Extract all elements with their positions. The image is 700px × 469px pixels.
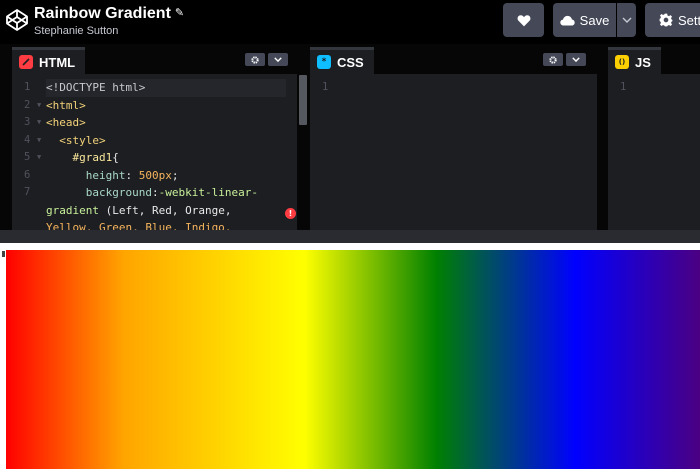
- css-code-area[interactable]: 1: [310, 75, 597, 230]
- js-tabbar: () JS: [608, 44, 700, 74]
- code-token: <style>: [59, 133, 106, 147]
- line-number: 3 ▼: [12, 114, 42, 132]
- code-token: #grad1: [72, 151, 113, 164]
- editor-area: HTML 1 2 ▼ 3 ▼ 4 ▼ 5 ▼ 6 7 <!DOCTYPE htm…: [0, 44, 700, 230]
- line-number-text: 5: [24, 151, 31, 163]
- html-settings-button[interactable]: [245, 53, 265, 66]
- code-token: {: [112, 151, 119, 164]
- gear-icon: [549, 55, 557, 64]
- preview-pane: [0, 243, 700, 469]
- css-icon: *: [317, 55, 331, 69]
- code-token: (Left, Red, Orange,: [98, 203, 232, 217]
- html-tabbar: HTML: [12, 44, 297, 74]
- save-label: Save: [579, 12, 610, 28]
- fold-icon[interactable]: ▼: [37, 149, 41, 167]
- chevron-down-icon: [572, 57, 580, 62]
- line-number-text: 2: [24, 98, 31, 111]
- code-line: <html>: [46, 97, 286, 115]
- code-token: background: [85, 186, 152, 199]
- html-editor-panel: HTML 1 2 ▼ 3 ▼ 4 ▼ 5 ▼ 6 7 <!DOCTYPE htm…: [12, 44, 307, 230]
- code-token: :: [151, 186, 159, 199]
- code-line: Yellow, Green, Blue, Indigo,: [46, 219, 286, 230]
- html-line-numbers: 1 2 ▼ 3 ▼ 4 ▼ 5 ▼ 6 7: [12, 79, 42, 202]
- css-collapse-button[interactable]: [566, 53, 586, 66]
- code-token: <!DOCTYPE html>: [46, 81, 146, 94]
- gear-icon: [659, 13, 673, 27]
- code-line: <head>: [46, 114, 286, 132]
- line-number: 1: [322, 81, 329, 93]
- css-icon-glyph: *: [321, 57, 327, 67]
- error-icon[interactable]: !: [285, 208, 296, 219]
- code-token: gradient: [46, 203, 99, 217]
- line-number: 7: [24, 186, 31, 198]
- line-number: 2 ▼: [12, 97, 42, 115]
- js-editor-panel: () JS 1: [608, 44, 700, 230]
- css-settings-button[interactable]: [543, 53, 563, 66]
- line-number: 1: [24, 81, 31, 93]
- tab-js-label: JS: [635, 54, 651, 70]
- tab-css[interactable]: * CSS: [310, 47, 374, 74]
- js-icon-glyph: (): [618, 58, 626, 66]
- line-number: 1: [620, 81, 627, 93]
- code-line: <!DOCTYPE html>: [46, 79, 286, 97]
- css-tab-controls: [543, 53, 586, 66]
- code-line: #grad1{: [46, 149, 286, 167]
- line-number: 6: [24, 168, 31, 181]
- code-token: Yellow, Green, Blue, Indigo,: [46, 221, 232, 230]
- code-token: -webkit-linear-: [158, 186, 258, 199]
- js-line-numbers: 1: [608, 79, 626, 97]
- pencil-icon[interactable]: ✎: [175, 6, 184, 19]
- css-editor-panel: * CSS 1: [310, 44, 597, 230]
- line-number-text: 4: [24, 133, 31, 146]
- code-line: background:-webkit-linear-: [46, 184, 286, 202]
- css-line-numbers: 1: [310, 79, 328, 97]
- code-token: ;: [171, 168, 179, 182]
- html-code-lines: <!DOCTYPE html> <html> <head> <style> #g…: [46, 79, 286, 230]
- tab-css-label: CSS: [337, 54, 364, 70]
- resize-divider[interactable]: [0, 230, 700, 243]
- love-button[interactable]: [503, 3, 544, 37]
- save-dropdown-button[interactable]: [617, 3, 636, 37]
- tab-html-label: HTML: [39, 54, 76, 70]
- heart-icon: [517, 14, 530, 26]
- css-tabbar: * CSS: [310, 44, 597, 74]
- pen-title-area: Rainbow Gradient ✎ Stephanie Sutton: [34, 3, 184, 37]
- code-line: height: 500px;: [46, 167, 286, 185]
- code-token: height: [85, 168, 126, 182]
- html-code-area[interactable]: 1 2 ▼ 3 ▼ 4 ▼ 5 ▼ 6 7 <!DOCTYPE html> <html>…: [12, 75, 297, 230]
- fold-icon[interactable]: ▼: [37, 114, 41, 132]
- code-token: <html>: [46, 98, 86, 112]
- tab-js[interactable]: () JS: [608, 47, 661, 74]
- pen-author[interactable]: Stephanie Sutton: [34, 25, 184, 37]
- fold-icon[interactable]: ▼: [37, 97, 41, 115]
- js-icon: (): [615, 55, 629, 69]
- html-tab-controls: [245, 53, 288, 66]
- settings-label: Setti: [678, 12, 700, 28]
- codepen-logo-icon[interactable]: [5, 8, 29, 32]
- code-line: gradient (Left, Red, Orange,: [46, 202, 286, 220]
- html-icon: [19, 55, 33, 69]
- chevron-down-icon: [622, 17, 631, 23]
- code-token: 500px: [138, 168, 172, 182]
- text-cursor-mark: [2, 251, 5, 257]
- js-code-area[interactable]: 1: [608, 75, 700, 230]
- save-button[interactable]: Save: [553, 3, 616, 37]
- line-number: 4 ▼: [12, 132, 42, 150]
- html-scrollbar[interactable]: [299, 75, 307, 125]
- chevron-down-icon: [274, 57, 282, 62]
- line-number-text: 3: [24, 116, 31, 128]
- pen-title[interactable]: Rainbow Gradient: [34, 5, 171, 23]
- tab-html[interactable]: HTML: [12, 47, 86, 74]
- rainbow-gradient-preview: [6, 250, 700, 469]
- code-token: <head>: [46, 116, 86, 129]
- code-token: :: [125, 168, 139, 182]
- cloud-icon: [559, 15, 575, 25]
- html-collapse-button[interactable]: [268, 53, 288, 66]
- fold-icon[interactable]: ▼: [37, 132, 41, 150]
- settings-button[interactable]: Setti: [645, 3, 700, 37]
- line-number: 5 ▼: [12, 149, 42, 167]
- code-line: <style>: [46, 132, 286, 150]
- gear-icon: [251, 55, 259, 64]
- header: Rainbow Gradient ✎ Stephanie Sutton Save …: [0, 0, 700, 44]
